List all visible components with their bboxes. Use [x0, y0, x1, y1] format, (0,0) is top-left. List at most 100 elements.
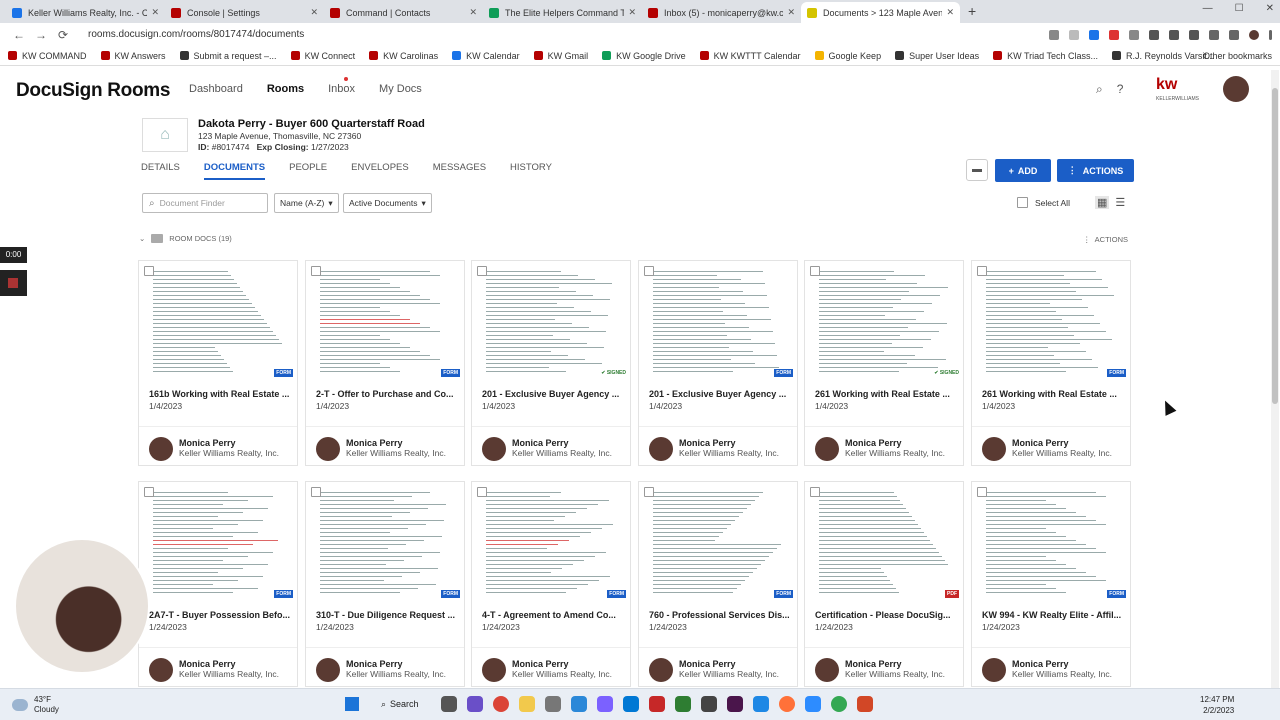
add-button[interactable]: + ADD: [995, 159, 1051, 182]
document-checkbox[interactable]: [810, 487, 820, 497]
close-icon[interactable]: ✕: [469, 7, 477, 18]
document-thumbnail[interactable]: FORM: [639, 482, 797, 600]
document-thumbnail[interactable]: FORM: [639, 261, 797, 379]
document-title[interactable]: 261 Working with Real Estate ...: [982, 389, 1128, 399]
close-icon[interactable]: ✕: [787, 7, 795, 18]
select-all[interactable]: Select All: [1017, 197, 1070, 208]
document-card[interactable]: FORM 261 Working with Real Estate ... 1/4/…: [971, 260, 1131, 466]
bookmark-item[interactable]: KW Connect: [290, 51, 355, 61]
new-tab-icon[interactable]: +: [960, 3, 984, 23]
document-title[interactable]: 201 - Exclusive Buyer Agency ...: [649, 389, 795, 399]
document-checkbox[interactable]: [810, 266, 820, 276]
extension-icon[interactable]: [1089, 29, 1099, 40]
document-thumbnail[interactable]: ✔ SIGNED: [805, 261, 963, 379]
document-checkbox[interactable]: [144, 487, 154, 497]
nav-rooms[interactable]: Rooms: [267, 83, 304, 95]
document-checkbox[interactable]: [311, 487, 321, 497]
help-icon[interactable]: ?: [1117, 82, 1124, 97]
document-card[interactable]: FORM 2A7-T - Buyer Possession Befo... 1/24…: [138, 481, 298, 687]
nav-inbox[interactable]: Inbox: [328, 77, 355, 95]
document-checkbox[interactable]: [144, 266, 154, 276]
document-title[interactable]: Certification - Please DocuSig...: [815, 610, 961, 620]
bookmark-item[interactable]: KW Google Drive: [602, 51, 686, 61]
teams-icon[interactable]: [466, 696, 483, 712]
document-thumbnail[interactable]: FORM: [306, 261, 464, 379]
document-title[interactable]: 161b Working with Real Estate ...: [149, 389, 295, 399]
nav-dashboard[interactable]: Dashboard: [189, 83, 243, 95]
nav-my-docs[interactable]: My Docs: [379, 83, 422, 95]
app-icon[interactable]: [596, 696, 613, 712]
app-icon[interactable]: [752, 696, 769, 712]
bookmark-item[interactable]: KW Calendar: [452, 51, 520, 61]
document-checkbox[interactable]: [644, 266, 654, 276]
document-card[interactable]: FORM 760 - Professional Services Dis... 1/…: [638, 481, 798, 687]
document-card[interactable]: FORM KW 994 - KW Realty Elite - Affil... 1…: [971, 481, 1131, 687]
tab-history[interactable]: HISTORY: [510, 162, 552, 180]
folder-actions-button[interactable]: ⋮ ACTIONS: [1083, 235, 1128, 244]
scrollbar-thumb[interactable]: [1272, 88, 1278, 404]
menu-icon[interactable]: [1269, 29, 1272, 40]
url-field[interactable]: rooms.docusign.com/rooms/8017474/documen…: [88, 29, 1049, 40]
extension-icon[interactable]: [1129, 29, 1139, 40]
file-explorer-icon[interactable]: [518, 696, 535, 712]
bookmark-item[interactable]: KW Carolinas: [369, 51, 438, 61]
browser-tab[interactable]: Console | Settings ✕: [165, 2, 324, 23]
document-title[interactable]: 2A7-T - Buyer Possession Befo...: [149, 610, 295, 620]
document-title[interactable]: 261 Working with Real Estate ...: [815, 389, 961, 399]
extension-icon[interactable]: [1169, 29, 1179, 40]
tab-documents[interactable]: DOCUMENTS: [203, 162, 266, 180]
docusign-rooms-logo[interactable]: DocuSign Rooms: [16, 80, 170, 102]
system-clock[interactable]: 12:47 PM 2/2/2023: [1200, 694, 1234, 716]
firefox-icon[interactable]: [778, 696, 795, 712]
document-thumbnail[interactable]: FORM: [139, 261, 297, 379]
chat-button[interactable]: ▬: [966, 159, 988, 181]
minimize-icon[interactable]: —: [1203, 3, 1213, 14]
bookmark-item[interactable]: Submit a request –...: [179, 51, 277, 61]
bookmark-item[interactable]: Google Keep: [814, 51, 881, 61]
select-all-checkbox[interactable]: [1017, 197, 1028, 208]
document-checkbox[interactable]: [311, 266, 321, 276]
document-title[interactable]: 760 - Professional Services Dis...: [649, 610, 795, 620]
document-finder-input[interactable]: [159, 198, 260, 208]
document-card[interactable]: ✔ SIGNED 201 - Exclusive Buyer Agency ...…: [471, 260, 631, 466]
forward-icon[interactable]: →: [30, 28, 52, 42]
profile-avatar[interactable]: [1249, 29, 1259, 40]
document-checkbox[interactable]: [977, 266, 987, 276]
extension-icon[interactable]: [1149, 29, 1159, 40]
document-thumbnail[interactable]: PDF: [805, 482, 963, 600]
user-avatar[interactable]: [1223, 76, 1249, 102]
powerpoint-icon[interactable]: [856, 696, 873, 712]
document-checkbox[interactable]: [477, 487, 487, 497]
document-thumbnail[interactable]: FORM: [472, 482, 630, 600]
document-thumbnail[interactable]: FORM: [306, 482, 464, 600]
zoom-icon[interactable]: [804, 696, 821, 712]
document-checkbox[interactable]: [644, 487, 654, 497]
sidebar-icon[interactable]: [1229, 29, 1239, 40]
close-icon[interactable]: ✕: [946, 7, 954, 18]
document-checkbox[interactable]: [477, 266, 487, 276]
bookmark-item[interactable]: KW Gmail: [533, 51, 588, 61]
bookmark-item[interactable]: KW COMMAND: [8, 51, 87, 61]
extensions-puzzle-icon[interactable]: [1209, 29, 1219, 40]
document-thumbnail[interactable]: FORM: [972, 482, 1130, 600]
close-icon[interactable]: ✕: [1266, 3, 1274, 14]
other-bookmarks[interactable]: Other bookmarks: [1203, 51, 1272, 61]
chrome-profile-icon[interactable]: [830, 696, 847, 712]
document-thumbnail[interactable]: FORM: [139, 482, 297, 600]
slack-icon[interactable]: [726, 696, 743, 712]
bookmark-item[interactable]: KW KWTTT Calendar: [699, 51, 801, 61]
actions-button[interactable]: ⋮ ACTIONS: [1057, 159, 1134, 182]
folder-row[interactable]: ⌄ ROOM DOCS (19): [139, 234, 232, 243]
app-icon[interactable]: [674, 696, 691, 712]
document-title[interactable]: 310-T - Due Diligence Request ...: [316, 610, 462, 620]
taskbar-search[interactable]: ⌕ Search: [369, 699, 431, 710]
reload-icon[interactable]: ⟳: [52, 28, 74, 42]
tab-envelopes[interactable]: ENVELOPES: [351, 162, 409, 180]
tab-details[interactable]: DETAILS: [141, 162, 180, 180]
chevron-down-icon[interactable]: ⌄: [139, 234, 145, 243]
document-card[interactable]: FORM 161b Working with Real Estate ... 1/4…: [138, 260, 298, 466]
document-thumbnail[interactable]: FORM: [972, 261, 1130, 379]
document-card[interactable]: FORM 4-T - Agreement to Amend Co... 1/24/2…: [471, 481, 631, 687]
acrobat-icon[interactable]: [648, 696, 665, 712]
document-card[interactable]: ✔ SIGNED 261 Working with Real Estate ...…: [804, 260, 964, 466]
